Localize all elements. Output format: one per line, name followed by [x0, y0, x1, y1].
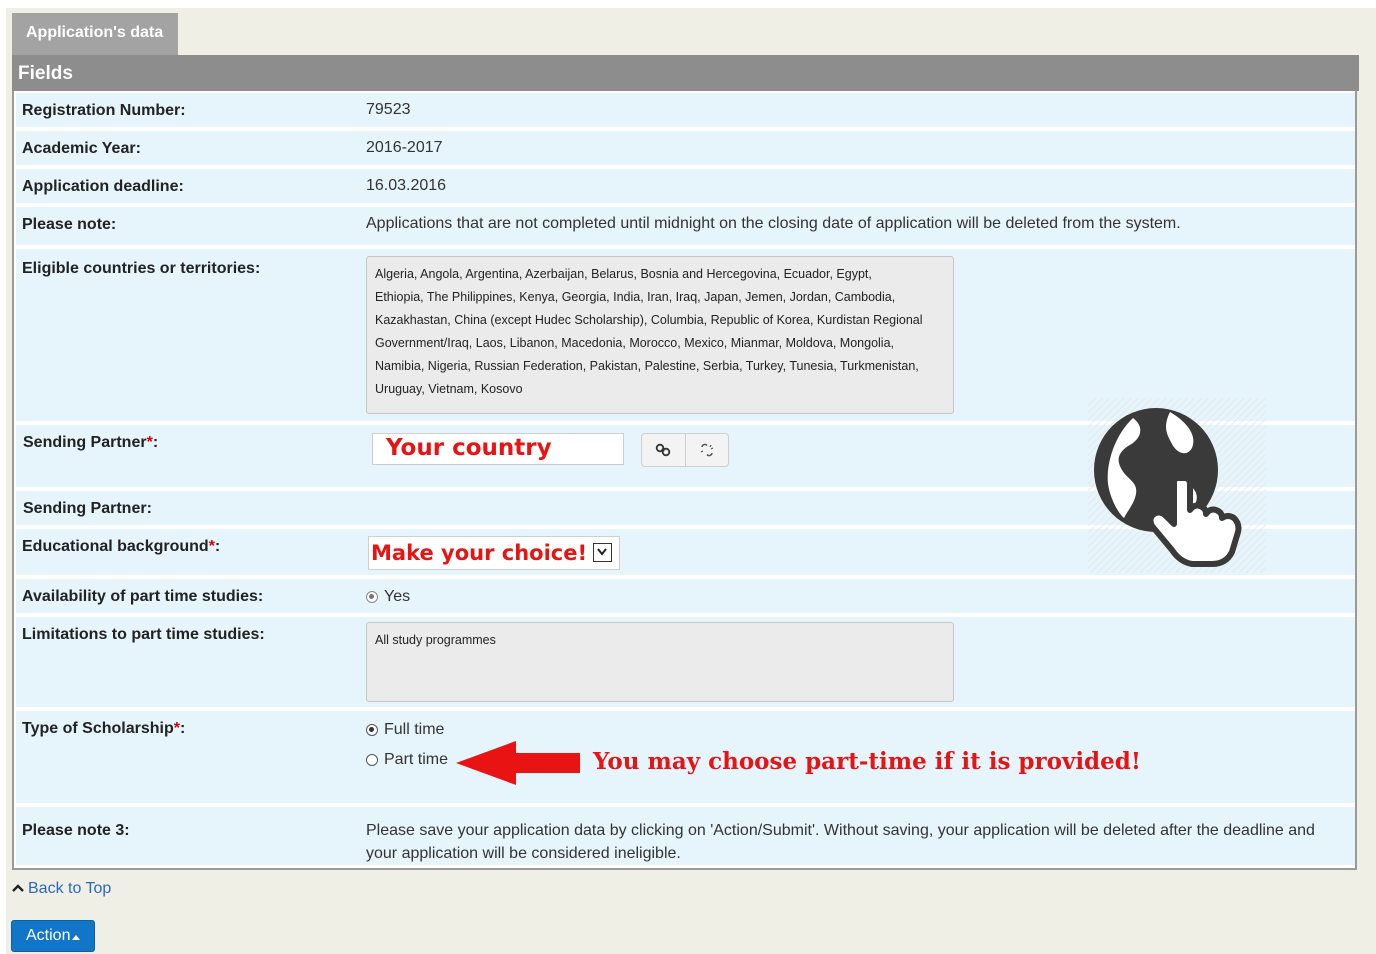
- text-line: Please save your application data by cli…: [366, 822, 1315, 839]
- row-please-note-3: Please note 3: Please save your applicat…: [16, 807, 1355, 865]
- red-arrow-icon: [456, 741, 580, 785]
- row-limitations: Limitations to part time studies: All st…: [16, 617, 1355, 707]
- unlink-icon: [700, 443, 714, 457]
- row-please-note: Please note: Applications that are not c…: [16, 207, 1355, 245]
- link-icon: [656, 443, 671, 457]
- row-registration-number: Registration Number: 79523: [16, 93, 1355, 127]
- field-value: 79523: [366, 101, 411, 118]
- radio-full-time[interactable]: [366, 723, 378, 736]
- text-line: Namibia, Nigeria, Russian Federation, Pa…: [375, 359, 919, 373]
- text-line: All study programmes: [375, 633, 496, 647]
- tab-applications-data[interactable]: Application's data: [12, 13, 178, 55]
- text-line: Government/Iraq, Laos, Libanon, Macedoni…: [375, 336, 895, 350]
- radio-part-time[interactable]: [366, 753, 378, 766]
- annotation-text: You may choose part-time if it is provid…: [593, 748, 1141, 775]
- field-label: Academic Year:: [22, 140, 141, 157]
- partner-button-group: [641, 433, 729, 467]
- educational-background-select[interactable]: Make your choice!: [368, 536, 620, 570]
- row-application-deadline: Application deadline: 16.03.2016: [16, 169, 1355, 203]
- option-part-time[interactable]: Part time: [366, 748, 448, 771]
- back-to-top-link[interactable]: Back to Top: [12, 880, 111, 898]
- option-label: Yes: [384, 588, 411, 605]
- label-colon: :: [179, 720, 186, 737]
- chevron-up-icon: [12, 880, 24, 898]
- text-line: Algeria, Angola, Argentina, Azerbaijan, …: [375, 267, 872, 281]
- label-colon: :: [152, 434, 159, 451]
- part-time-yes-option: Yes: [366, 585, 410, 608]
- chevron-down-icon: [593, 542, 613, 562]
- field-label: Please note:: [22, 216, 117, 233]
- caret-up-icon: [72, 927, 81, 945]
- text-line: your application will be considered inel…: [366, 845, 681, 862]
- radio-yes: [366, 590, 378, 603]
- back-to-top-label: Back to Top: [28, 880, 112, 897]
- field-label: Type of Scholarship*:: [22, 720, 185, 738]
- limitations-box: All study programmes: [366, 622, 954, 702]
- field-value: Please save your application data by cli…: [366, 819, 1315, 865]
- field-label: Registration Number:: [22, 102, 186, 119]
- label-text: Sending Partner: [23, 434, 147, 451]
- sending-partner-input[interactable]: Your country: [372, 433, 624, 465]
- row-academic-year: Academic Year: 2016-2017: [16, 131, 1355, 165]
- field-label: Educational background*:: [22, 538, 220, 556]
- field-value: 2016-2017: [366, 139, 443, 156]
- action-label: Action: [26, 927, 71, 945]
- link-button[interactable]: [642, 434, 686, 466]
- row-part-time-availability: Availability of part time studies: Yes: [16, 579, 1355, 613]
- label-text: Educational background: [22, 538, 209, 555]
- text-line: Kazakhastan, China (except Hudec Scholar…: [375, 313, 923, 327]
- label-colon: :: [214, 538, 221, 555]
- unlink-button[interactable]: [686, 434, 729, 466]
- action-button[interactable]: Action: [11, 920, 95, 952]
- field-label: Sending Partner*:: [23, 434, 158, 452]
- field-value: 16.03.2016: [366, 177, 447, 194]
- row-type-of-scholarship: Type of Scholarship*: Full time Part tim…: [16, 711, 1355, 803]
- row-eligible-countries: Eligible countries or territories: Alger…: [16, 249, 1355, 421]
- field-value: Applications that are not completed unti…: [366, 215, 1181, 232]
- option-full-time[interactable]: Full time: [366, 718, 444, 741]
- option-label: Part time: [384, 751, 449, 768]
- field-label: Eligible countries or territories:: [22, 260, 261, 277]
- selected-value: Make your choice!: [371, 541, 588, 565]
- field-label: Availability of part time studies:: [22, 588, 264, 605]
- eligible-countries-box: Algeria, Angola, Argentina, Azerbaijan, …: [366, 256, 954, 414]
- text-line: Ethiopia, The Philippines, Kenya, Georgi…: [375, 290, 896, 304]
- option-label: Full time: [384, 721, 445, 738]
- label-text: Type of Scholarship: [22, 720, 174, 737]
- text-line: Uruguay, Vietnam, Kosovo: [375, 382, 523, 396]
- globe-hand-icon: [1088, 398, 1266, 573]
- field-label: Sending Partner:: [23, 500, 152, 517]
- field-label: Please note 3:: [22, 822, 130, 839]
- field-label: Application deadline:: [22, 178, 184, 195]
- section-header: Fields: [12, 55, 1359, 91]
- field-label: Limitations to part time studies:: [22, 626, 265, 643]
